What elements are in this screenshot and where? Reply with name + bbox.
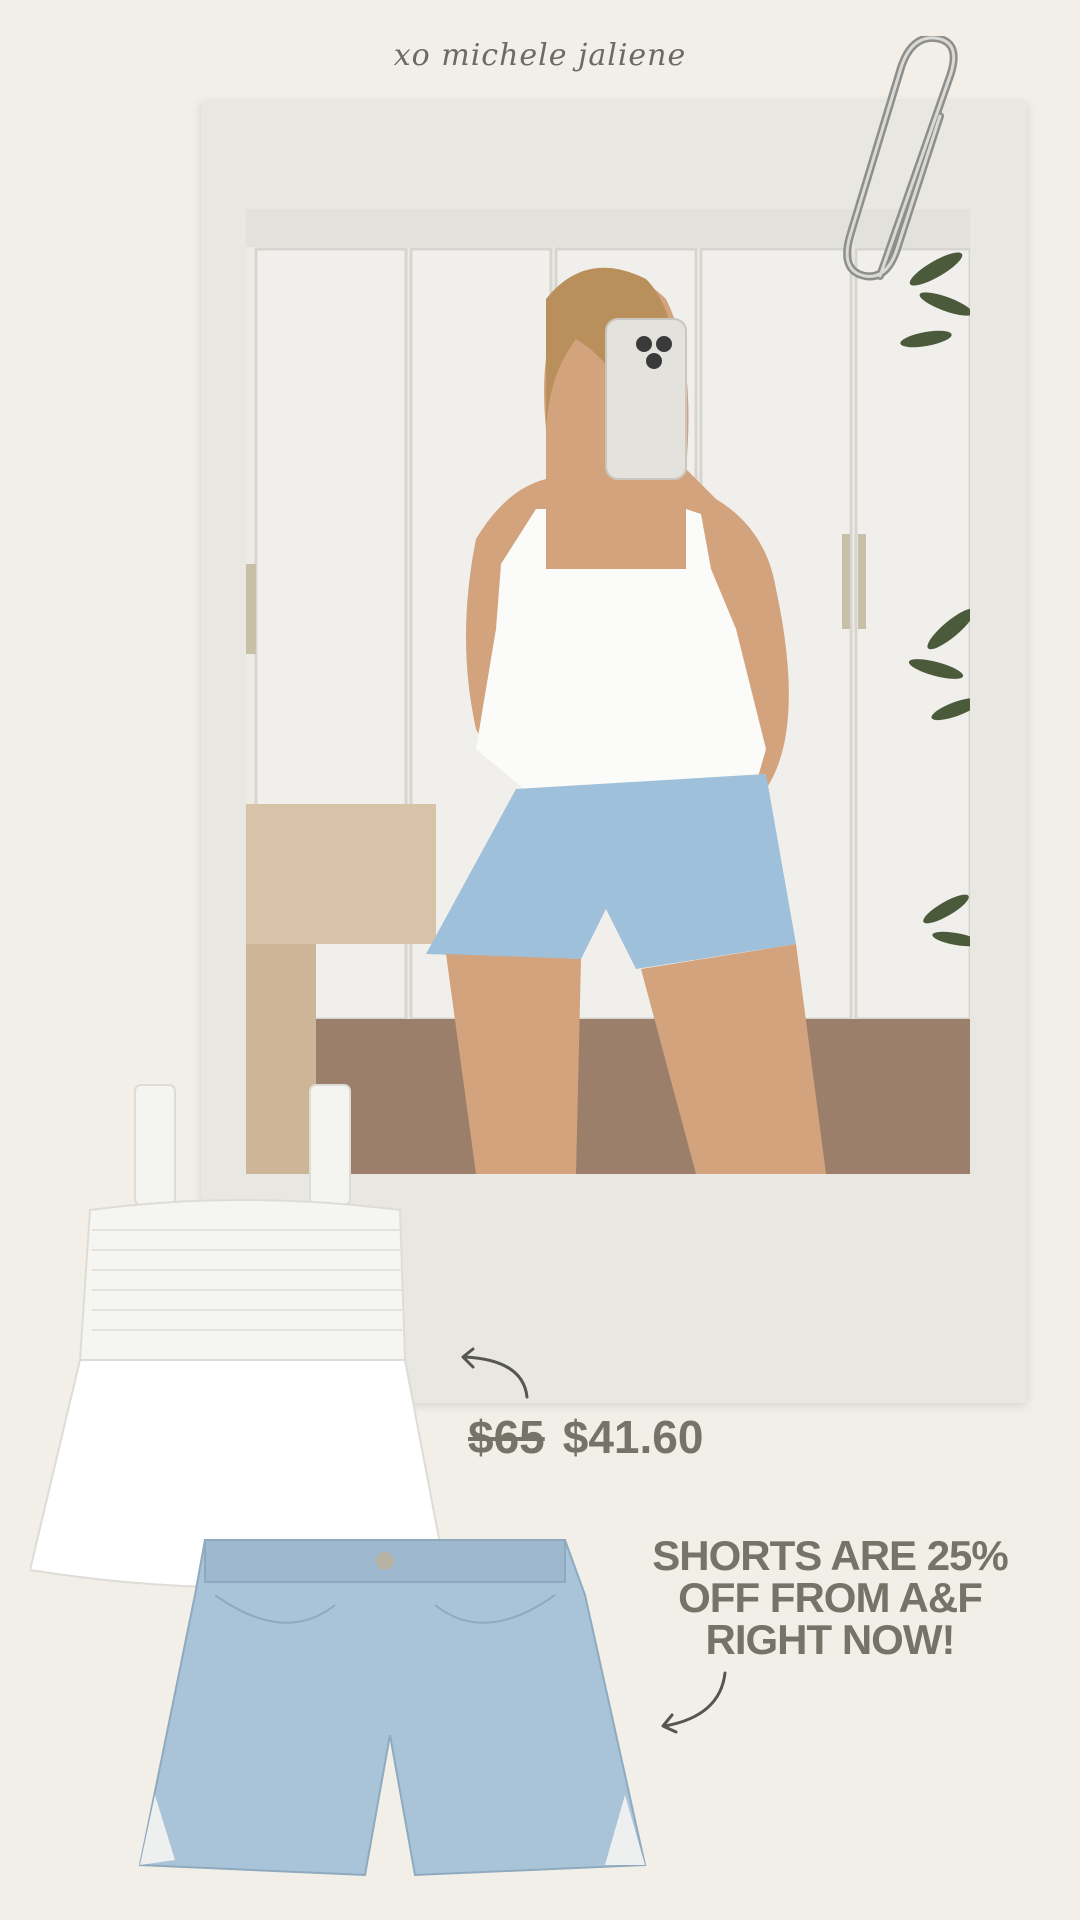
curved-arrow-icon: [661, 1671, 727, 1734]
white-top-product-image: [30, 1084, 447, 1589]
outfit-photo: [246, 209, 970, 1174]
paperclip-icon: [843, 36, 958, 281]
original-price: $65: [468, 1411, 545, 1463]
promo-text: SHORTS ARE 25% OFF FROM A&F RIGHT NOW!: [620, 1535, 1040, 1661]
price-row: $65 $41.60: [468, 1410, 703, 1470]
promo-line-1: SHORTS ARE 25%: [652, 1532, 1009, 1579]
promo-line-3: RIGHT NOW!: [705, 1616, 956, 1663]
promo-line-2: OFF FROM A&F: [678, 1574, 983, 1621]
denim-shorts-product-image: [138, 1539, 647, 1877]
sale-price: $41.60: [562, 1411, 704, 1463]
curved-arrow-icon: [461, 1347, 529, 1399]
